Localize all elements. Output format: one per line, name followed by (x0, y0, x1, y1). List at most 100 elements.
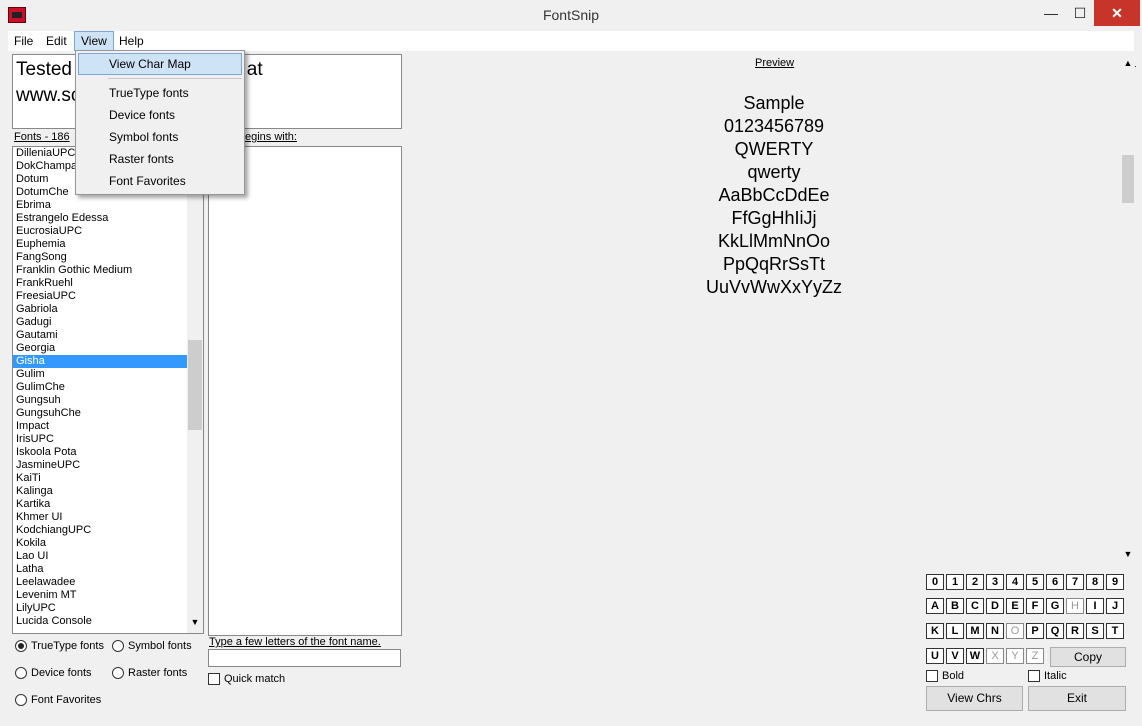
font-list-item[interactable]: Lao UI (13, 550, 187, 563)
font-list-item[interactable]: Kokila (13, 537, 187, 550)
char-key-e[interactable]: E (1006, 598, 1024, 614)
font-list-item[interactable]: IrisUPC (13, 433, 187, 446)
char-key-6[interactable]: 6 (1046, 574, 1064, 590)
preview-scroll-thumb[interactable] (1122, 155, 1134, 203)
font-name-input[interactable] (208, 649, 401, 667)
char-key-u[interactable]: U (926, 648, 944, 664)
menu-truetype-fonts[interactable]: TrueType fonts (78, 82, 242, 104)
menu-edit[interactable]: Edit (40, 31, 73, 51)
font-list-item[interactable]: Khmer UI (13, 511, 187, 524)
radio-truetype[interactable] (15, 640, 27, 652)
font-list-item[interactable]: Lucida Console (13, 615, 187, 628)
font-list-item[interactable]: Franklin Gothic Medium (13, 264, 187, 277)
font-list-item[interactable]: Gulim (13, 368, 187, 381)
char-key-9[interactable]: 9 (1106, 574, 1124, 590)
char-key-d[interactable]: D (986, 598, 1004, 614)
char-key-m[interactable]: M (966, 623, 984, 639)
char-key-r[interactable]: R (1066, 623, 1084, 639)
preview-scroll-down-icon[interactable]: ▼ (1121, 549, 1135, 559)
font-list-item[interactable]: KodchiangUPC (13, 524, 187, 537)
char-key-z[interactable]: Z (1026, 648, 1044, 664)
font-list-scrollbar[interactable]: ▲ ▼ (187, 147, 203, 633)
font-list-item[interactable]: Georgia (13, 342, 187, 355)
radio-symbol[interactable] (112, 640, 124, 652)
font-list-item[interactable]: GungsuhChe (13, 407, 187, 420)
char-key-j[interactable]: J (1106, 598, 1124, 614)
char-key-x[interactable]: X (986, 648, 1004, 664)
char-key-2[interactable]: 2 (966, 574, 984, 590)
char-key-v[interactable]: V (946, 648, 964, 664)
exit-button[interactable]: Exit (1028, 686, 1126, 711)
char-key-5[interactable]: 5 (1026, 574, 1044, 590)
char-key-b[interactable]: B (946, 598, 964, 614)
menu-device-fonts[interactable]: Device fonts (78, 104, 242, 126)
preview-scroll-up-icon[interactable]: ▲ (1121, 58, 1135, 68)
font-list-item[interactable]: KaiTi (13, 472, 187, 485)
char-key-n[interactable]: N (986, 623, 1004, 639)
font-list-item[interactable]: LilyUPC (13, 602, 187, 615)
font-list[interactable]: DilleniaUPC DokChampa Dotum DotumChe Ebrima E… (12, 146, 204, 634)
char-key-0[interactable]: 0 (926, 574, 944, 590)
font-list-scroll-thumb[interactable] (188, 340, 202, 430)
char-key-w[interactable]: W (966, 648, 984, 664)
font-list-item[interactable]: Kartika (13, 498, 187, 511)
font-list-item[interactable]: GulimChe (13, 381, 187, 394)
char-key-i[interactable]: I (1086, 598, 1104, 614)
char-key-q[interactable]: Q (1046, 623, 1064, 639)
char-key-4[interactable]: 4 (1006, 574, 1024, 590)
char-key-1[interactable]: 1 (946, 574, 964, 590)
font-list-item[interactable]: JasmineUPC (13, 459, 187, 472)
font-list-item[interactable]: FreesiaUPC (13, 290, 187, 303)
font-list-item[interactable]: Iskoola Pota (13, 446, 187, 459)
menu-view-char-map[interactable]: View Char Map (78, 53, 242, 75)
font-list-item[interactable]: EucrosiaUPC (13, 225, 187, 238)
scroll-down-icon[interactable]: ▼ (187, 617, 203, 631)
char-key-t[interactable]: T (1106, 623, 1124, 639)
char-key-7[interactable]: 7 (1066, 574, 1084, 590)
font-list-item[interactable]: Gisha (13, 355, 187, 368)
menu-file[interactable]: File (8, 31, 39, 51)
char-key-c[interactable]: C (966, 598, 984, 614)
font-list-item[interactable]: Levenim MT (13, 589, 187, 602)
copy-button[interactable]: Copy (1050, 647, 1126, 667)
font-list-item[interactable]: Gautami (13, 329, 187, 342)
font-list-item[interactable]: Latha (13, 563, 187, 576)
match-list[interactable] (208, 146, 402, 636)
bold-checkbox[interactable] (926, 670, 938, 682)
menu-raster-fonts[interactable]: Raster fonts (78, 148, 242, 170)
preview-scrollbar[interactable]: ▲ ▼ (1121, 54, 1135, 559)
char-key-k[interactable]: K (926, 623, 944, 639)
font-list-item[interactable]: Gadugi (13, 316, 187, 329)
font-list-item[interactable]: Ebrima (13, 199, 187, 212)
font-list-item[interactable]: FangSong (13, 251, 187, 264)
close-button[interactable]: ✕ (1094, 0, 1140, 26)
char-key-o[interactable]: O (1006, 623, 1024, 639)
char-key-l[interactable]: L (946, 623, 964, 639)
char-key-8[interactable]: 8 (1086, 574, 1104, 590)
font-list-item[interactable]: Gabriola (13, 303, 187, 316)
char-key-y[interactable]: Y (1006, 648, 1024, 664)
radio-favorites[interactable] (15, 694, 27, 706)
font-list-item[interactable]: FrankRuehl (13, 277, 187, 290)
char-key-3[interactable]: 3 (986, 574, 1004, 590)
menu-help[interactable]: Help (113, 31, 150, 51)
italic-checkbox[interactable] (1028, 670, 1040, 682)
char-key-f[interactable]: F (1026, 598, 1044, 614)
font-list-item[interactable]: Euphemia (13, 238, 187, 251)
font-list-item[interactable]: Gungsuh (13, 394, 187, 407)
maximize-button[interactable]: ☐ (1066, 0, 1094, 26)
font-list-item[interactable]: Leelawadee (13, 576, 187, 589)
menu-symbol-fonts[interactable]: Symbol fonts (78, 126, 242, 148)
font-list-item[interactable]: Kalinga (13, 485, 187, 498)
quick-match-checkbox[interactable] (208, 673, 220, 685)
char-key-h[interactable]: H (1066, 598, 1084, 614)
minimize-button[interactable]: — (1036, 0, 1066, 26)
char-key-s[interactable]: S (1086, 623, 1104, 639)
menu-font-favorites[interactable]: Font Favorites (78, 170, 242, 192)
font-list-item[interactable]: Estrangelo Edessa (13, 212, 187, 225)
view-chrs-button[interactable]: View Chrs (926, 686, 1023, 711)
char-key-g[interactable]: G (1046, 598, 1064, 614)
radio-device[interactable] (15, 667, 27, 679)
char-key-a[interactable]: A (926, 598, 944, 614)
char-key-p[interactable]: P (1026, 623, 1044, 639)
